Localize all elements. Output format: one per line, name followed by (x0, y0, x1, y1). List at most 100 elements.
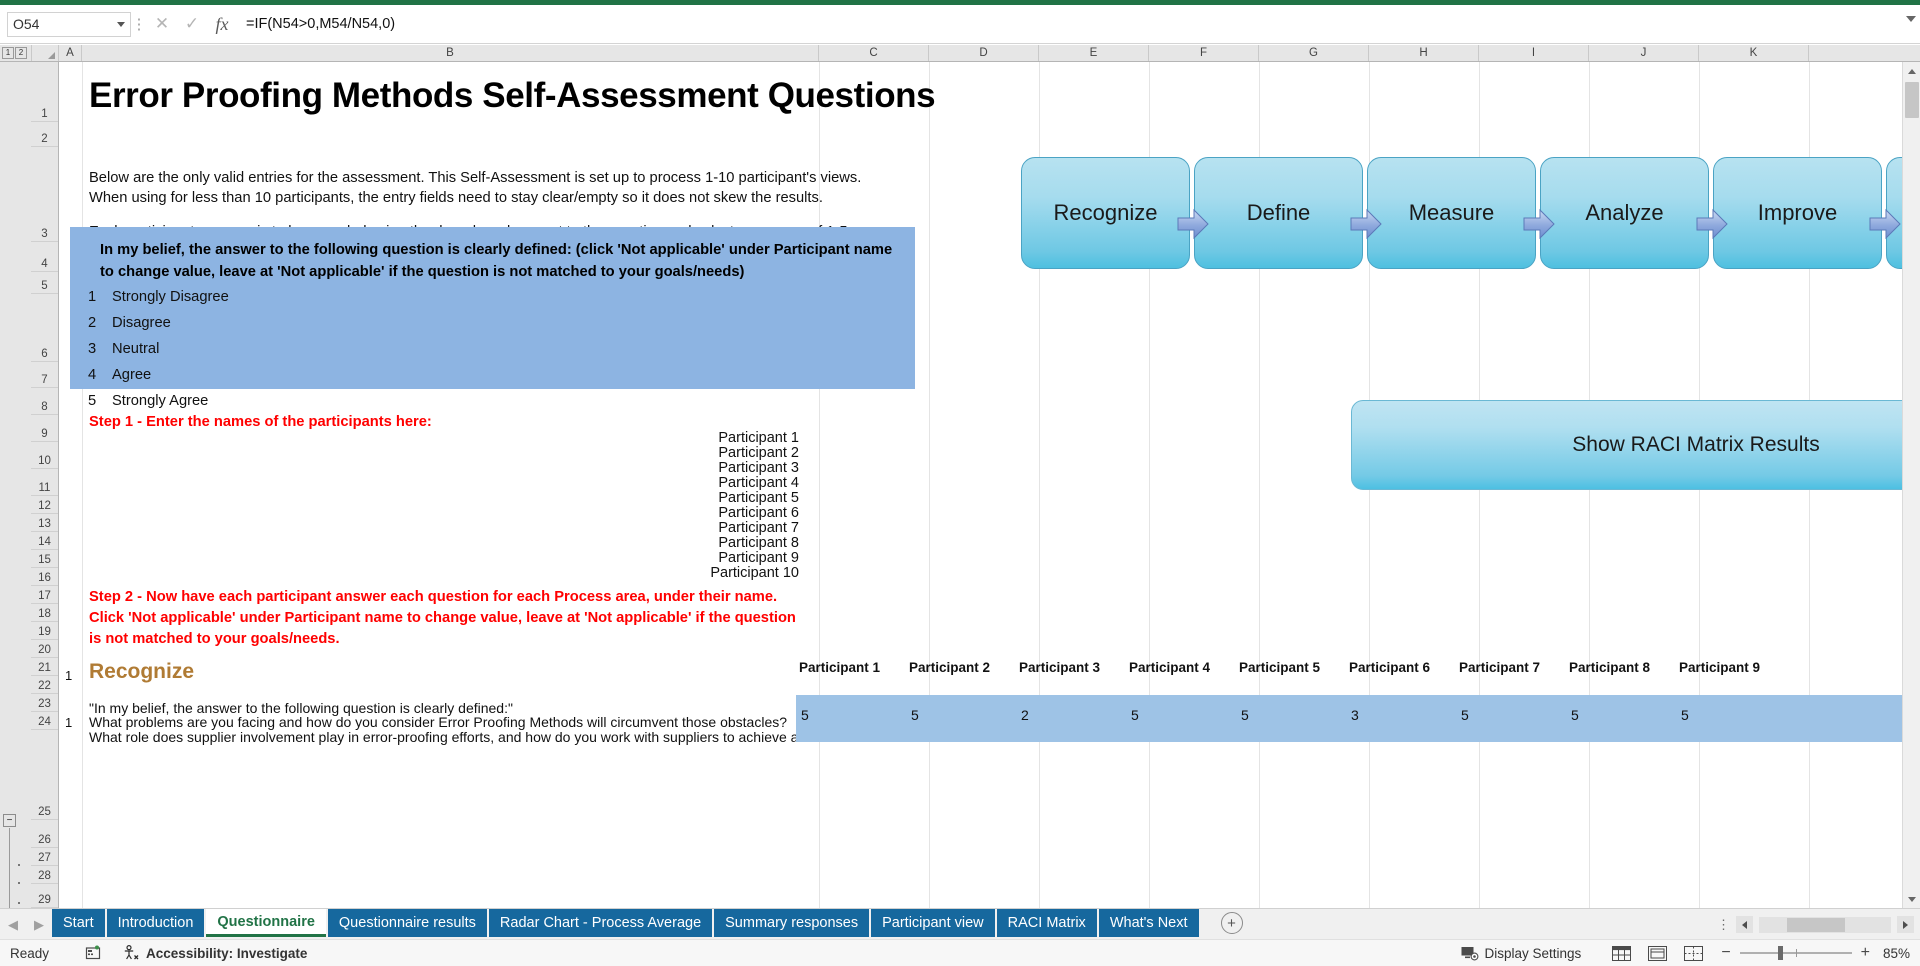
check-icon[interactable]: ✓ (177, 10, 207, 38)
row-header-12[interactable]: 12 (31, 496, 58, 514)
outline-level-1-button[interactable]: 1 (2, 47, 14, 59)
add-sheet-button[interactable]: + (1220, 912, 1243, 934)
sheet-tab-introduction[interactable]: Introduction (106, 909, 205, 937)
row-header-5[interactable]: 5 (31, 272, 58, 294)
row-header-28[interactable]: 28 (31, 866, 58, 884)
sheet-tab-radar-chart[interactable]: Radar Chart - Process Average (488, 909, 713, 937)
record-macro-icon[interactable] (85, 945, 101, 961)
process-step-recognize[interactable]: Recognize (1021, 157, 1190, 269)
row-header-10[interactable]: 10 (31, 442, 58, 469)
process-step-measure[interactable]: Measure (1367, 157, 1536, 269)
chevron-down-icon[interactable] (117, 21, 125, 27)
select-all-corner[interactable] (32, 45, 59, 61)
row-header-24[interactable]: 24 (31, 712, 58, 730)
row-header-8[interactable]: 8 (31, 388, 58, 415)
collapse-group-button[interactable]: − (3, 814, 16, 827)
row-header-23[interactable]: 23 (31, 694, 58, 712)
show-raci-matrix-results-button[interactable]: Show RACI Matrix Results (1351, 400, 1902, 490)
sheet-tab-start[interactable]: Start (52, 909, 105, 937)
process-step-improve[interactable]: Improve (1713, 157, 1882, 269)
row-header-21[interactable]: 21 (31, 658, 58, 676)
vertical-scrollbar[interactable] (1902, 62, 1920, 908)
tab-overflow-icon[interactable]: ⋮ (1717, 918, 1730, 931)
name-box[interactable]: O54 (7, 11, 131, 37)
participant-name-6[interactable]: Participant 6 (718, 505, 799, 521)
process-step-define[interactable]: Define (1194, 157, 1363, 269)
participant-name-4[interactable]: Participant 4 (718, 475, 799, 491)
participant-name-9[interactable]: Participant 9 (718, 550, 799, 566)
row-header-6[interactable]: 6 (31, 294, 58, 362)
column-header-E[interactable]: E (1039, 45, 1149, 61)
participant-name-7[interactable]: Participant 7 (718, 520, 799, 536)
participant-name-3[interactable]: Participant 3 (718, 460, 799, 476)
hscroll-right-button[interactable] (1897, 916, 1914, 933)
row-header-3[interactable]: 3 (31, 147, 58, 242)
participant-name-5[interactable]: Participant 5 (718, 490, 799, 506)
vertical-scrollbar-thumb[interactable] (1905, 82, 1919, 118)
row-header-20[interactable]: 20 (31, 640, 58, 658)
answer-cell-7[interactable]: 5 (1461, 707, 1469, 723)
zoom-slider[interactable] (1739, 946, 1852, 960)
row-header-19[interactable]: 19 (31, 622, 58, 640)
row-header-4[interactable]: 4 (31, 242, 58, 272)
row-header-1[interactable]: 1 (31, 62, 58, 122)
row-header-16[interactable]: 16 (31, 568, 58, 586)
row-header-18[interactable]: 18 (31, 604, 58, 622)
column-header-F[interactable]: F (1149, 45, 1259, 61)
column-header-C[interactable]: C (819, 45, 929, 61)
participant-name-1[interactable]: Participant 1 (718, 430, 799, 446)
process-step-analyze[interactable]: Analyze (1540, 157, 1709, 269)
column-header-A[interactable]: A (59, 45, 82, 61)
participant-name-2[interactable]: Participant 2 (718, 445, 799, 461)
expand-formula-bar-icon[interactable] (1906, 16, 1916, 22)
row-header-17[interactable]: 17 (31, 586, 58, 604)
row-header-22[interactable]: 22 (31, 676, 58, 694)
horizontal-scrollbar-thumb[interactable] (1787, 917, 1845, 932)
column-header-I[interactable]: I (1479, 45, 1589, 61)
column-header-J[interactable]: J (1589, 45, 1699, 61)
worksheet-grid[interactable]: Error Proofing Methods Self-Assessment Q… (59, 62, 1902, 908)
zoom-level[interactable]: 85% (1880, 946, 1920, 961)
answer-cell-1[interactable]: 5 (801, 707, 809, 723)
cancel-icon[interactable]: ✕ (147, 10, 177, 38)
row-header-9[interactable]: 9 (31, 415, 58, 442)
column-header-K[interactable]: K (1699, 45, 1809, 61)
horizontal-scrollbar[interactable] (1759, 916, 1891, 933)
sheet-tab-questionnaire[interactable]: Questionnaire (206, 909, 326, 937)
row-header-2[interactable]: 2 (31, 122, 58, 147)
accessibility-status[interactable]: Accessibility: Investigate (123, 945, 307, 961)
chevron-right-icon[interactable]: ▶ (34, 917, 44, 933)
sheet-tab-whats-next[interactable]: What's Next (1098, 909, 1199, 937)
answer-cell-2[interactable]: 5 (911, 707, 919, 723)
sheet-tab-raci-matrix[interactable]: RACI Matrix (996, 909, 1097, 937)
page-break-view-button[interactable] (1675, 940, 1711, 966)
column-header-D[interactable]: D (929, 45, 1039, 61)
row-header-11[interactable]: 11 (31, 469, 58, 496)
column-header-G[interactable]: G (1259, 45, 1369, 61)
answer-cell-5[interactable]: 5 (1241, 707, 1249, 723)
scroll-up-button[interactable] (1903, 62, 1920, 80)
sheet-tab-participant-view[interactable]: Participant view (871, 909, 995, 937)
participant-name-8[interactable]: Participant 8 (718, 535, 799, 551)
answer-cell-6[interactable]: 3 (1351, 707, 1359, 723)
normal-view-button[interactable] (1603, 940, 1639, 966)
participant-name-10[interactable]: Participant 10 (710, 565, 799, 581)
row-header-14[interactable]: 14 (31, 532, 58, 550)
answer-cell-8[interactable]: 5 (1571, 707, 1579, 723)
display-settings-button[interactable]: Display Settings (1461, 946, 1581, 961)
row-header-26[interactable]: 26 (31, 820, 58, 848)
row-header-15[interactable]: 15 (31, 550, 58, 568)
chevron-left-icon[interactable]: ◀ (8, 917, 18, 933)
hscroll-left-button[interactable] (1736, 916, 1753, 933)
outline-level-2-button[interactable]: 2 (15, 47, 27, 59)
sheet-tab-questionnaire-results[interactable]: Questionnaire results (327, 909, 487, 937)
formula-input[interactable]: =IF(N54>0,M54/N54,0) (237, 11, 1902, 37)
answer-cell-9[interactable]: 5 (1681, 707, 1689, 723)
insert-function-icon[interactable]: fx (207, 10, 237, 38)
zoom-slider-thumb[interactable] (1777, 946, 1783, 960)
answer-cell-4[interactable]: 5 (1131, 707, 1139, 723)
sheet-tab-summary-responses[interactable]: Summary responses (714, 909, 870, 937)
column-header-H[interactable]: H (1369, 45, 1479, 61)
zoom-in-button[interactable]: + (1861, 944, 1870, 962)
row-header-27[interactable]: 27 (31, 848, 58, 866)
